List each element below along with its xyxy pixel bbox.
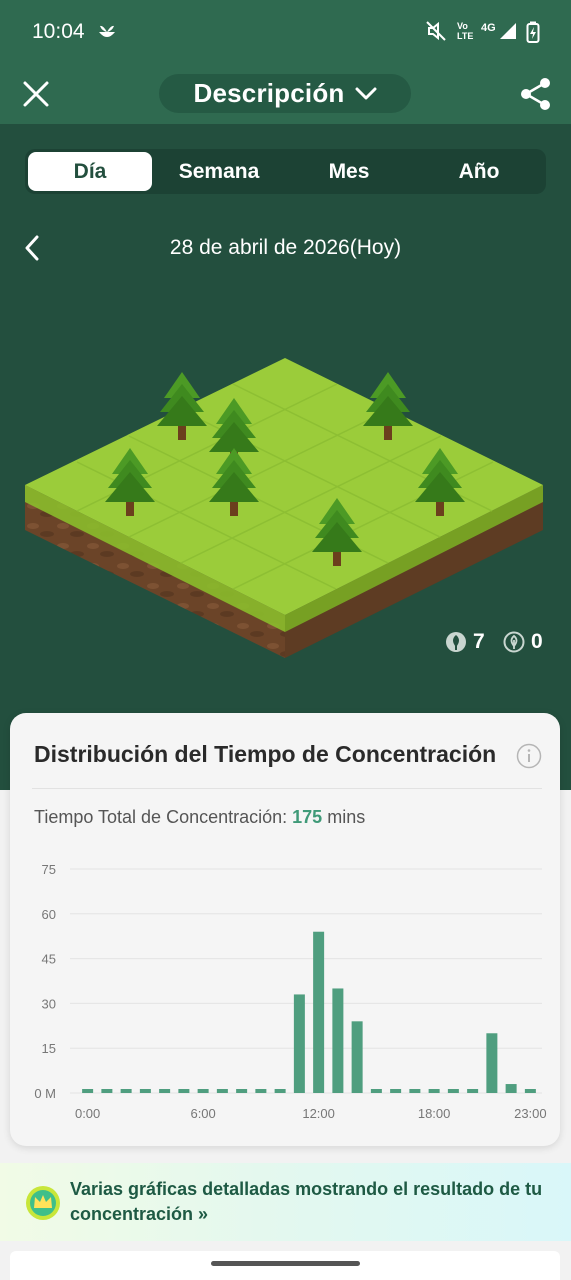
bar [486, 1033, 498, 1093]
bar [82, 1089, 94, 1093]
bar [351, 1021, 363, 1093]
y-tick-label: 30 [42, 996, 56, 1011]
x-tick-label: 18:00 [418, 1106, 451, 1121]
status-time: 10:04 [32, 20, 85, 43]
bar [293, 994, 305, 1093]
network-type: 4G [481, 22, 496, 34]
close-icon[interactable] [20, 78, 52, 110]
focus-distribution-card: Distribución del Tiempo de Concentración… [10, 713, 560, 1146]
bar [216, 1089, 228, 1093]
total-focus-time: Tiempo Total de Concentración: 175 mins [34, 807, 366, 827]
dead-tree-counter: 0 [503, 628, 543, 656]
healthy-tree-counter: 7 [445, 628, 485, 656]
bar [313, 931, 325, 1093]
dead-tree-icon [503, 631, 525, 653]
bar [197, 1089, 209, 1093]
bar [139, 1089, 151, 1093]
card-title: Distribución del Tiempo de Concentración [34, 741, 497, 767]
x-tick-label: 12:00 [302, 1106, 335, 1121]
status-bar: 10:04 Vo LTE 4G [0, 0, 571, 62]
tab-day[interactable]: Día [28, 152, 152, 191]
home-indicator[interactable] [211, 1261, 360, 1266]
bar [159, 1089, 171, 1093]
bar [447, 1089, 459, 1093]
x-tick-label: 23:00 [514, 1106, 547, 1121]
bar [524, 1089, 536, 1093]
share-icon[interactable] [519, 76, 553, 112]
tab-year[interactable]: Año [417, 152, 541, 191]
page-title: Descripción [193, 78, 345, 108]
app-notification-icon [99, 25, 115, 37]
bar [409, 1089, 421, 1093]
bar [428, 1089, 440, 1093]
period-tabs: Día Semana Mes Año [25, 149, 546, 194]
bar [274, 1089, 286, 1093]
bar [390, 1089, 402, 1093]
tab-month[interactable]: Mes [287, 152, 411, 191]
promo-text: Varias gráficas detalladas mostrando el … [70, 1179, 543, 1224]
signal-icon [500, 23, 516, 39]
chevron-left-icon[interactable] [20, 232, 46, 264]
y-tick-label: 45 [42, 952, 56, 967]
y-tick-label: 60 [42, 907, 56, 922]
y-tick-label: 15 [42, 1041, 56, 1056]
double-chevron-icon: » [198, 1204, 209, 1224]
x-tick-label: 0:00 [75, 1106, 100, 1121]
tab-week[interactable]: Semana [157, 152, 281, 191]
healthy-tree-count: 7 [473, 630, 485, 653]
focus-bar-chart: 75 60 45 30 15 0 M 0:00 6:00 12:00 18:00 23:00 [34, 862, 547, 1121]
divider [32, 788, 542, 789]
bar [255, 1089, 267, 1093]
dead-tree-count: 0 [531, 630, 543, 653]
x-tick-label: 6:00 [190, 1106, 215, 1121]
healthy-tree-icon [446, 632, 466, 652]
premium-charts-banner[interactable]: Varias gráficas detalladas mostrando el … [0, 1163, 571, 1241]
bar [332, 988, 344, 1093]
bar [370, 1089, 382, 1093]
bar [178, 1089, 190, 1093]
y-tick-label: 0 M [34, 1086, 56, 1101]
mute-icon [426, 21, 446, 41]
info-icon[interactable] [516, 743, 542, 769]
view-selector-dropdown[interactable]: Descripción [159, 74, 411, 113]
bar [467, 1089, 479, 1093]
total-focus-value: 175 [292, 807, 323, 827]
forest-illustration [25, 358, 543, 658]
volte-indicator: Vo LTE [457, 21, 474, 41]
chevron-down-icon [355, 87, 377, 99]
current-date: 28 de abril de 2026(Hoy) [169, 236, 402, 259]
bar [101, 1089, 113, 1093]
bar [120, 1089, 132, 1093]
bar [505, 1084, 517, 1093]
crown-icon [26, 1186, 60, 1220]
bar [236, 1089, 248, 1093]
battery-charging-icon [526, 21, 540, 43]
y-tick-label: 75 [42, 862, 56, 877]
